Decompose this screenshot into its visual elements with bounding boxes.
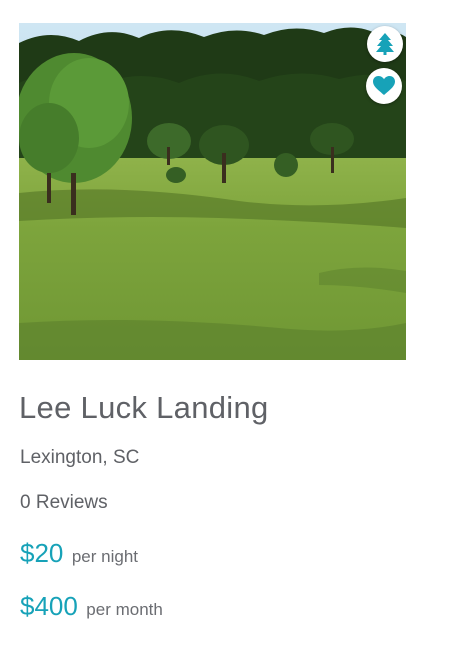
monthly-price-amount: $400 (20, 591, 78, 621)
tree-icon (376, 33, 394, 55)
listing-photo-image (19, 23, 406, 360)
favorite-button[interactable] (366, 68, 402, 104)
listing-card[interactable]: Lee Luck Landing Lexington, SC 0 Reviews… (0, 0, 453, 668)
listing-photo[interactable] (19, 23, 406, 360)
nightly-price: $20 per night (20, 538, 138, 569)
reviews-count[interactable]: 0 Reviews (20, 492, 108, 514)
monthly-price: $400 per month (20, 591, 163, 622)
category-badge[interactable] (367, 26, 403, 62)
listing-title[interactable]: Lee Luck Landing (19, 390, 269, 426)
heart-icon (373, 76, 395, 95)
nightly-price-amount: $20 (20, 538, 64, 568)
listing-location: Lexington, SC (20, 447, 140, 468)
monthly-price-unit: per month (86, 600, 163, 619)
nightly-price-unit: per night (71, 547, 139, 566)
